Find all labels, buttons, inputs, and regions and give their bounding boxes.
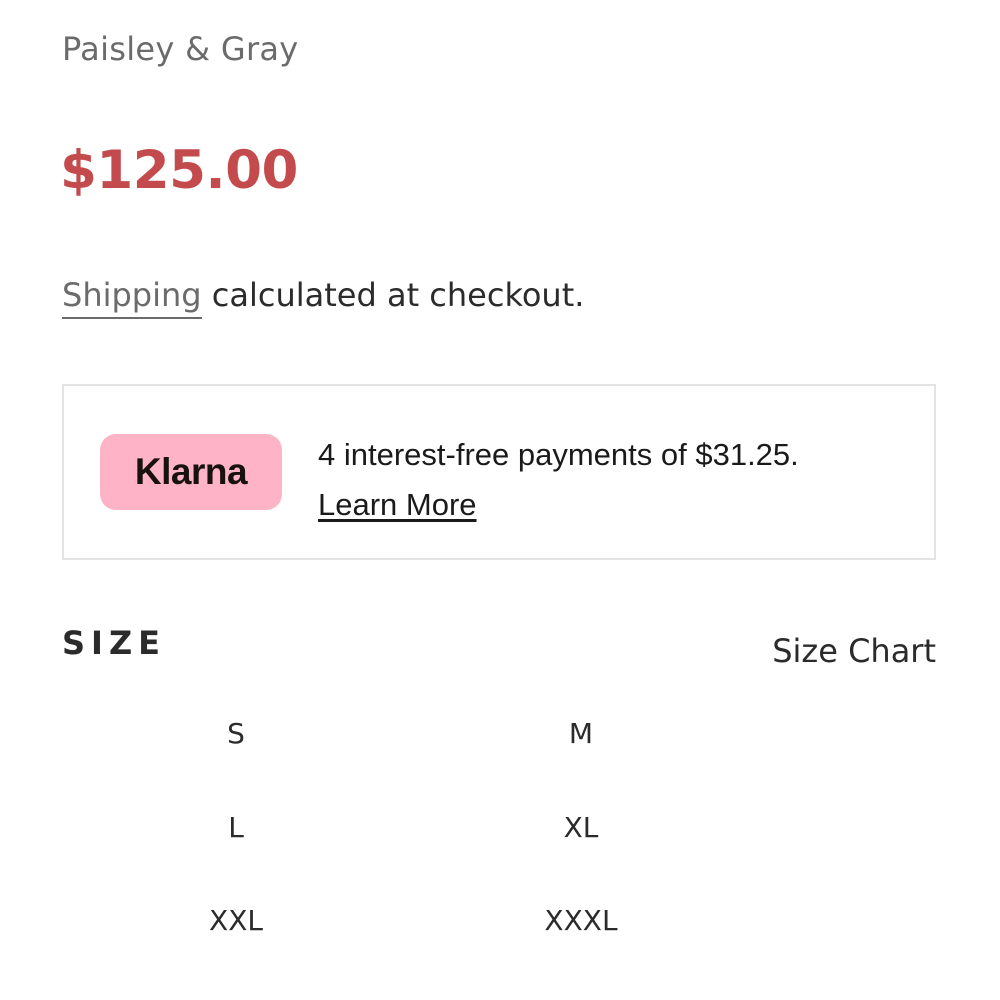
shipping-link[interactable]: Shipping <box>62 276 202 319</box>
size-chart-link[interactable]: Size Chart <box>772 632 936 670</box>
size-option-l[interactable]: L <box>136 797 336 857</box>
shipping-info: Shipping calculated at checkout. <box>62 276 585 319</box>
vendor-name: Paisley & Gray <box>62 30 299 68</box>
klarna-logo: Klarna <box>100 434 282 510</box>
size-option-xl[interactable]: XL <box>481 797 681 857</box>
size-option-m[interactable]: M <box>481 703 681 763</box>
klarna-learn-more-link[interactable]: Learn More <box>318 487 477 522</box>
shipping-text: calculated at checkout. <box>201 276 585 314</box>
size-label: SIZE <box>62 624 167 662</box>
klarna-message: 4 interest-free payments of $31.25. <box>318 437 799 472</box>
size-option-xxxl[interactable]: XXXL <box>481 890 681 950</box>
product-price: $125.00 <box>60 140 298 201</box>
size-option-s[interactable]: S <box>136 703 336 763</box>
klarna-promo-box: Klarna 4 interest-free payments of $31.2… <box>62 384 936 560</box>
size-option-xxl[interactable]: XXL <box>136 890 336 950</box>
klarna-message-block: 4 interest-free payments of $31.25. Lear… <box>318 430 799 530</box>
